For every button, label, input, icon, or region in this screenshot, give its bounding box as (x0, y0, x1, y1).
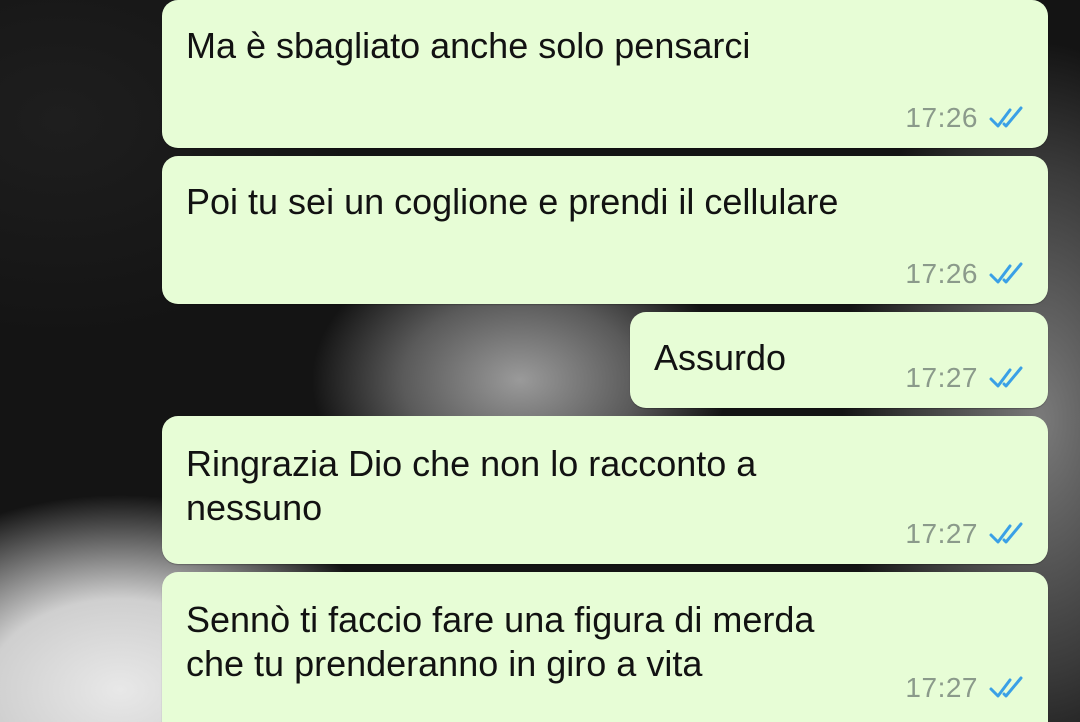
message-meta: 17:27 (905, 362, 1028, 394)
message-text: Sennò ti faccio fare una figura di merda… (186, 599, 815, 684)
message-meta: 17:26 (905, 102, 1028, 134)
message-meta: 17:27 (905, 518, 1028, 550)
double-check-read-icon (988, 521, 1028, 547)
message-meta: 17:26 (905, 258, 1028, 290)
chat-messages-list[interactable]: Ma è sbagliato anche solo pensarci 17:26… (0, 0, 1080, 722)
double-check-read-icon (988, 675, 1028, 701)
message-meta: 17:27 (905, 672, 1028, 704)
message-text: Ringrazia Dio che non lo racconto a ness… (186, 443, 757, 528)
message-text: Assurdo (654, 337, 787, 378)
message-time: 17:27 (905, 672, 978, 703)
message-bubble-3[interactable]: Assurdo 17:27 (630, 312, 1048, 408)
message-text: Poi tu sei un coglione e prendi il cellu… (186, 181, 839, 222)
message-bubble-4[interactable]: Ringrazia Dio che non lo racconto a ness… (162, 416, 1048, 564)
message-time: 17:26 (905, 102, 978, 133)
message-text: Ma è sbagliato anche solo pensarci (186, 25, 751, 66)
message-bubble-1[interactable]: Ma è sbagliato anche solo pensarci 17:26 (162, 0, 1048, 148)
message-bubble-5[interactable]: Sennò ti faccio fare una figura di merda… (162, 572, 1048, 722)
message-bubble-2[interactable]: Poi tu sei un coglione e prendi il cellu… (162, 156, 1048, 304)
double-check-read-icon (988, 261, 1028, 287)
message-time: 17:26 (905, 258, 978, 289)
message-time: 17:27 (905, 518, 978, 549)
double-check-read-icon (988, 105, 1028, 131)
message-time: 17:27 (905, 362, 978, 393)
double-check-read-icon (988, 365, 1028, 391)
